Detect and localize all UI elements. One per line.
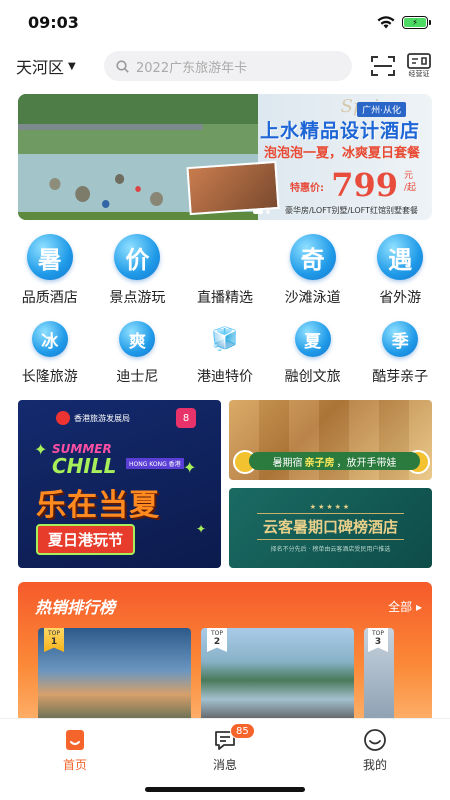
- category-bubble-icon: 暑: [26, 234, 73, 280]
- category-label: 品质酒店: [21, 290, 78, 306]
- category-label: 景点游玩: [109, 290, 166, 306]
- ranking-cards: TOP 1 TOP 2 TOP 3: [18, 620, 432, 722]
- category-label: 省外游: [379, 290, 422, 306]
- category-bubble-icon: 夏: [294, 321, 331, 357]
- category-bubble-icon: 爽: [119, 321, 156, 357]
- promo-title: 乐在当夏: [36, 488, 160, 523]
- hk-tourism-logo: 香港旅游发展局: [56, 411, 130, 425]
- sparkle-icon: ✦: [34, 440, 48, 459]
- ranking-title: 热销排行榜: [35, 598, 116, 617]
- banner-price-label: 特惠价:: [290, 183, 324, 194]
- top-bar: 天河区 ▼ 2022广东旅游年卡 经营证: [0, 44, 450, 88]
- home-indicator: [145, 787, 305, 792]
- category-item[interactable]: 价景点游玩: [94, 234, 182, 307]
- category-bubble-icon: 季: [382, 321, 419, 357]
- rank-badge: TOP 1: [44, 628, 64, 652]
- banner-pagination: [253, 210, 270, 214]
- promo-chill-text: CHILL: [52, 454, 117, 478]
- city-selector[interactable]: 天河区 ▼: [16, 54, 104, 78]
- banner-location-tag: 广州·从化: [357, 102, 406, 117]
- ranking-header: 热销排行榜 全部 ▸: [18, 582, 432, 620]
- category-item[interactable]: 奇沙滩泳道: [269, 234, 357, 307]
- category-item[interactable]: 🧊 港迪特价: [181, 321, 269, 386]
- category-bubble-icon: 价: [114, 234, 161, 280]
- category-label: 港迪特价: [196, 369, 253, 385]
- status-icons: ⚡: [377, 15, 431, 29]
- profile-icon: [362, 727, 388, 753]
- scan-button[interactable]: [368, 51, 398, 81]
- category-bubble-icon: 遇: [377, 234, 424, 280]
- banner-thumbnail-image: [186, 160, 280, 216]
- status-bar: 09:03 ⚡: [0, 0, 450, 44]
- banner-price: 799: [331, 166, 398, 204]
- category-item[interactable]: 冰长隆旅游: [6, 321, 94, 386]
- promo-family-strip: 暑期宿 亲子房 ，放开手带娃: [249, 452, 420, 470]
- promo-hotel-title: 云客暑期口碑榜酒店: [256, 513, 404, 540]
- sparkle-icon: ✦: [183, 458, 197, 477]
- rank-badge: TOP 3: [368, 628, 388, 652]
- promo-right-column: 暑期宿 亲子房 ，放开手带娃 ★★★★★ 云客暑期口碑榜酒店 择名不分先后 · 榜单…: [229, 400, 432, 568]
- category-item[interactable]: 🏝 直播精选: [181, 234, 269, 307]
- hot-ranking-section: 热销排行榜 全部 ▸ TOP 1 TOP 2 TOP 3: [18, 582, 432, 722]
- city-label: 天河区: [16, 58, 65, 77]
- promo-hk-summer[interactable]: 香港旅游发展局 8 SUMMER CHILL HONG KONG 香港 乐在当夏…: [18, 400, 221, 568]
- category-item[interactable]: 遇省外游: [356, 234, 444, 307]
- banner-subline: 泡泡泡一夏，冰爽夏日套餐: [263, 146, 420, 161]
- ranking-card[interactable]: TOP 2: [201, 628, 354, 722]
- category-item[interactable]: 季酷芽亲子: [356, 321, 444, 386]
- category-label: 长隆旅游: [21, 369, 78, 385]
- ranking-card[interactable]: TOP 1: [38, 628, 191, 722]
- promo-section: 香港旅游发展局 8 SUMMER CHILL HONG KONG 香港 乐在当夏…: [18, 400, 432, 568]
- status-time: 09:03: [28, 12, 79, 32]
- search-input[interactable]: 2022广东旅游年卡: [104, 51, 352, 81]
- category-grid-primary: 暑品质酒店 价景点游玩 🏝 直播精选 奇沙滩泳道 遇省外游: [0, 234, 450, 307]
- wifi-icon: [377, 15, 395, 28]
- promo-stars: ★★★★★: [309, 503, 352, 511]
- caret-down-icon: ▼: [68, 60, 76, 72]
- search-icon: [116, 59, 129, 73]
- promo-badge-icon: 8: [176, 408, 196, 428]
- tab-mine[interactable]: 我的: [330, 727, 420, 800]
- ranking-more-link[interactable]: 全部 ▸: [388, 598, 422, 615]
- promo-hotel-sub: 择名不分先后 · 榜单由云客酒店受民用户推选: [270, 546, 391, 553]
- home-icon: [62, 727, 88, 753]
- ranking-card[interactable]: TOP 3: [364, 628, 394, 722]
- category-bubble-icon: 奇: [289, 234, 336, 280]
- category-label: 迪士尼: [116, 369, 159, 385]
- rank-badge: TOP 2: [207, 628, 227, 652]
- tab-messages-label: 消息: [212, 758, 237, 772]
- banner-price-unit: 元/起: [403, 171, 416, 193]
- category-bubble-icon: 冰: [31, 321, 68, 357]
- tab-home[interactable]: 首页: [30, 727, 120, 800]
- promo-hotel-ranking[interactable]: ★★★★★ 云客暑期口碑榜酒店 择名不分先后 · 榜单由云客酒店受民用户推选: [229, 488, 432, 568]
- sparkle-icon: ✦: [196, 522, 207, 536]
- banner-headline: 上水精品设计酒店: [259, 120, 420, 142]
- license-icon: [407, 53, 431, 69]
- category-item[interactable]: 暑品质酒店: [6, 234, 94, 307]
- banner-rooms: 豪华房/LOFT别墅/LOFT红馆别墅套餐: [284, 206, 418, 215]
- category-item[interactable]: 夏融创文旅: [269, 321, 357, 386]
- license-button[interactable]: 经营证: [404, 51, 434, 81]
- message-count-badge: 85: [230, 723, 255, 739]
- ice-icon: 🧊: [211, 326, 239, 352]
- category-grid-secondary: 冰长隆旅游 爽迪士尼 🧊 港迪特价 夏融创文旅 季酷芽亲子: [0, 321, 450, 386]
- tab-mine-label: 我的: [362, 758, 387, 772]
- category-label: 沙滩泳道: [284, 290, 341, 306]
- search-placeholder: 2022广东旅游年卡: [136, 60, 248, 76]
- tab-home-label: 首页: [62, 758, 87, 772]
- scan-icon: [371, 56, 395, 76]
- category-label: 酷芽亲子: [372, 369, 429, 385]
- category-label: 融创文旅: [284, 369, 341, 385]
- promo-pill: 夏日港玩节: [36, 524, 136, 555]
- island-icon: 🏝: [205, 239, 245, 275]
- category-label: 直播精选: [196, 290, 253, 306]
- license-label: 经营证: [408, 70, 430, 78]
- hero-banner[interactable]: Spring 广州·从化 上水精品设计酒店 泡泡泡一夏，冰爽夏日套餐 特惠价: …: [18, 94, 432, 220]
- category-item[interactable]: 爽迪士尼: [94, 321, 182, 386]
- promo-hk-tag: HONG KONG 香港: [126, 458, 184, 469]
- battery-icon: ⚡: [402, 15, 431, 29]
- promo-family-room[interactable]: 暑期宿 亲子房 ，放开手带娃: [229, 400, 432, 480]
